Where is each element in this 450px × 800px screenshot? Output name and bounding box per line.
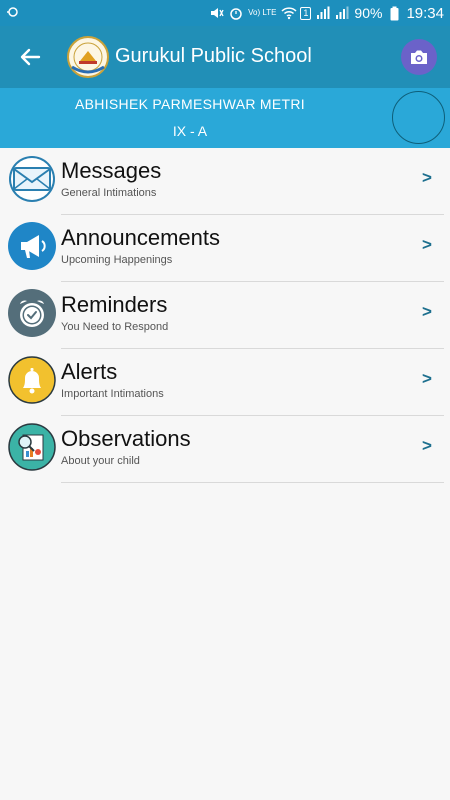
divider bbox=[61, 482, 444, 483]
camera-button[interactable] bbox=[401, 39, 437, 75]
menu-item-title: Messages bbox=[61, 158, 162, 183]
menu-item-title: Alerts bbox=[61, 359, 118, 384]
chevron-right-icon: > bbox=[422, 168, 432, 187]
menu-item-announcements[interactable]: Announcements Upcoming Happenings > bbox=[0, 215, 450, 282]
signal-icon bbox=[316, 6, 330, 20]
menu-item-messages[interactable]: Messages General Intimations > bbox=[0, 148, 450, 215]
menu-list: Messages General Intimations > Announcem… bbox=[0, 148, 450, 483]
sim-badge: 1 bbox=[300, 6, 312, 20]
alarm-clock-icon bbox=[8, 289, 56, 337]
bell-icon bbox=[8, 356, 56, 404]
student-class: IX - A bbox=[172, 123, 208, 139]
app-title: Gurukul Public School bbox=[115, 45, 312, 67]
menu-item-alerts[interactable]: Alerts Important Intimations > bbox=[0, 349, 450, 416]
megaphone-icon bbox=[8, 222, 56, 270]
mute-icon bbox=[210, 6, 224, 20]
arrow-left-icon bbox=[20, 48, 41, 66]
student-name: ABHISHEK PARMESHWAR METRI bbox=[75, 96, 305, 112]
network-label: Vo) LTE bbox=[248, 8, 277, 17]
status-time: 19:34 bbox=[406, 4, 444, 22]
menu-item-reminders[interactable]: Reminders You Need to Respond > bbox=[0, 282, 450, 349]
battery-icon bbox=[387, 6, 401, 21]
student-banner: ABHISHEK PARMESHWAR METRI IX - A bbox=[0, 88, 450, 148]
menu-item-title: Reminders bbox=[61, 292, 168, 317]
menu-item-subtitle: Important Intimations bbox=[61, 388, 164, 400]
menu-item-title: Observations bbox=[61, 426, 191, 451]
menu-item-subtitle: Upcoming Happenings bbox=[61, 254, 173, 266]
menu-item-subtitle: You Need to Respond bbox=[61, 321, 169, 333]
school-logo bbox=[66, 35, 110, 79]
report-magnifier-icon bbox=[8, 423, 56, 471]
link-icon bbox=[6, 5, 20, 22]
battery-percent: 90% bbox=[354, 5, 383, 21]
menu-item-subtitle: General Intimations bbox=[61, 187, 157, 199]
chevron-right-icon: > bbox=[422, 436, 432, 455]
avatar[interactable] bbox=[392, 91, 445, 144]
menu-item-observations[interactable]: Observations About your child > bbox=[0, 416, 450, 483]
menu-item-subtitle: About your child bbox=[61, 455, 140, 467]
menu-item-title: Announcements bbox=[61, 225, 220, 250]
wifi-icon bbox=[281, 6, 297, 20]
status-bar: Vo) LTE 1 90% 19:34 bbox=[0, 0, 450, 26]
chevron-right-icon: > bbox=[422, 369, 432, 388]
signal-2-icon bbox=[335, 6, 349, 20]
envelope-icon bbox=[8, 155, 56, 203]
chevron-right-icon: > bbox=[422, 302, 432, 321]
back-button[interactable] bbox=[14, 41, 46, 73]
alarm-icon bbox=[229, 6, 243, 20]
camera-icon bbox=[411, 50, 427, 64]
app-bar: Gurukul Public School bbox=[0, 26, 450, 88]
chevron-right-icon: > bbox=[422, 235, 432, 254]
